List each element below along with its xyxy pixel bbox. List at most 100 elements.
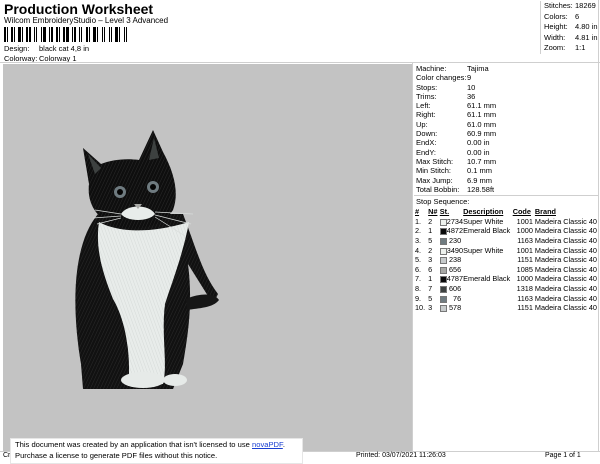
- notice-line-1: This document was created by an applicat…: [15, 439, 302, 450]
- summary-row: Zoom: 1:1: [541, 43, 599, 54]
- property-value: 10: [467, 82, 476, 92]
- stitch-cell: 606: [439, 284, 462, 294]
- barcode-bar: [93, 27, 96, 42]
- stitch-cell: 4787: [439, 274, 463, 284]
- needle-number: 1: [428, 274, 433, 284]
- column-header: Description: [463, 207, 504, 217]
- barcode-bar: [63, 27, 65, 42]
- thread-description: [462, 303, 512, 313]
- barcode-bar: [124, 27, 125, 42]
- barcode-bar: [106, 27, 108, 42]
- stitch-count: 230: [448, 235, 462, 245]
- stitch-count: 3490: [446, 245, 464, 255]
- stitch-count: 578: [448, 303, 462, 313]
- needle-number: 3: [428, 255, 433, 265]
- barcode-bar: [77, 27, 78, 42]
- summary-label: Stitches:: [544, 1, 573, 10]
- summary-row: Width: 4.81 in: [541, 33, 599, 44]
- property-label: Total Bobbin:: [416, 184, 460, 194]
- needle-number: 1: [428, 226, 433, 236]
- table-row: 9. 5 76 1163 Madeira Classic 40: [414, 294, 598, 304]
- property-label: EndX:: [416, 138, 437, 148]
- printed-date: Printed: 03/07/2021 11:26:03: [356, 452, 446, 459]
- design-label: Design:: [4, 44, 30, 53]
- table-row: 3. 5 230 1163 Madeira Classic 40: [414, 236, 598, 246]
- barcode-bar: [104, 27, 105, 42]
- property-value: 10.7 mm: [467, 156, 497, 166]
- column-header: N#: [428, 207, 438, 217]
- row-number: 9.: [415, 293, 422, 303]
- table-row: 4. 2 3490 Super White 1001 Madeira Classic 40: [414, 246, 598, 256]
- property-value: 60.9 mm: [467, 129, 497, 139]
- barcode-bar: [81, 27, 82, 42]
- thread-code: 1163: [517, 235, 533, 245]
- thread-brand: Madeira Classic 40: [534, 303, 597, 313]
- stitch-cell: 656: [439, 265, 462, 275]
- novapdf-link[interactable]: novaPDF: [252, 440, 283, 449]
- embroidered-cat-image: [75, 130, 219, 389]
- property-value: Tajima: [467, 64, 489, 73]
- barcode-bar: [51, 27, 53, 42]
- barcode-bar: [119, 27, 120, 42]
- barcode-bar: [111, 27, 112, 42]
- row-number: 2.: [415, 226, 422, 236]
- barcode-bar: [22, 27, 23, 42]
- thread-code: 1001: [516, 245, 533, 255]
- barcode-bar: [43, 27, 46, 42]
- table-row: 8. 7 606 1318 Madeira Classic 40: [414, 284, 598, 294]
- needle-number: 6: [428, 264, 433, 274]
- needle-number: 2: [428, 216, 433, 226]
- thread-brand: Madeira Classic 40: [534, 255, 597, 265]
- property-row: Right: 61.1 mm: [414, 110, 598, 119]
- property-row: Up: 61.0 mm: [414, 120, 598, 129]
- stitch-cell: 238: [439, 255, 462, 265]
- barcode-bar: [4, 27, 6, 42]
- license-notice: This document was created by an applicat…: [10, 438, 303, 464]
- software-name: Wilcom EmbroideryStudio – Level 3 Advanc…: [4, 16, 169, 25]
- barcode-bar: [41, 27, 42, 42]
- property-value: 9: [467, 73, 472, 83]
- property-label: EndY:: [416, 147, 437, 157]
- property-row: Left: 61.1 mm: [414, 101, 598, 110]
- barcode: [4, 27, 132, 42]
- thread-description: [462, 236, 512, 246]
- property-label: Left:: [416, 101, 431, 111]
- color-swatch: [439, 285, 447, 293]
- needle-number: 5: [428, 235, 433, 245]
- barcode-bar: [109, 27, 110, 42]
- property-value: 0.00 in: [467, 147, 490, 157]
- property-row: Color changes: 9: [414, 73, 598, 82]
- row-number: 6.: [415, 264, 422, 274]
- stitch-cell: 230: [439, 236, 462, 246]
- barcode-bar: [128, 27, 130, 42]
- summary-value: 18269: [575, 1, 596, 10]
- thread-code: 1163: [517, 293, 533, 303]
- color-swatch: [439, 218, 447, 226]
- barcode-bar: [89, 27, 90, 42]
- stitch-cell: 76: [439, 294, 462, 304]
- stitch-cell: 4872: [439, 226, 464, 236]
- column-header: #: [415, 207, 420, 217]
- property-label: Color changes:: [416, 73, 467, 83]
- barcode-bar: [102, 27, 103, 42]
- stop-sequence-title: Stop Sequence:: [416, 197, 470, 207]
- color-swatch: [439, 295, 447, 303]
- table-row: 6. 6 656 1085 Madeira Classic 40: [414, 265, 598, 275]
- thread-description: Emerald Black: [463, 226, 511, 236]
- summary-value: 1:1: [575, 43, 586, 52]
- table-row: 1. 2 2734 Super White 1001 Madeira Classic 40: [414, 217, 598, 227]
- summary-value: 4.81 in: [575, 32, 598, 42]
- property-row: Total Bobbin: 128.58ft: [414, 185, 598, 194]
- thread-description: [462, 265, 512, 275]
- thread-description: Super White: [463, 245, 504, 255]
- thread-brand: Madeira Classic 40: [534, 245, 597, 255]
- column-header: Code: [512, 207, 531, 217]
- thread-code: 1000: [516, 274, 533, 284]
- barcode-bar: [74, 27, 76, 42]
- color-swatch: [439, 266, 447, 274]
- barcode-bar: [70, 27, 71, 42]
- stitch-count: 4872: [446, 226, 464, 236]
- design-value: black cat 4,8 in: [39, 44, 90, 53]
- needle-number: 5: [428, 293, 433, 303]
- barcode-bar: [97, 27, 98, 42]
